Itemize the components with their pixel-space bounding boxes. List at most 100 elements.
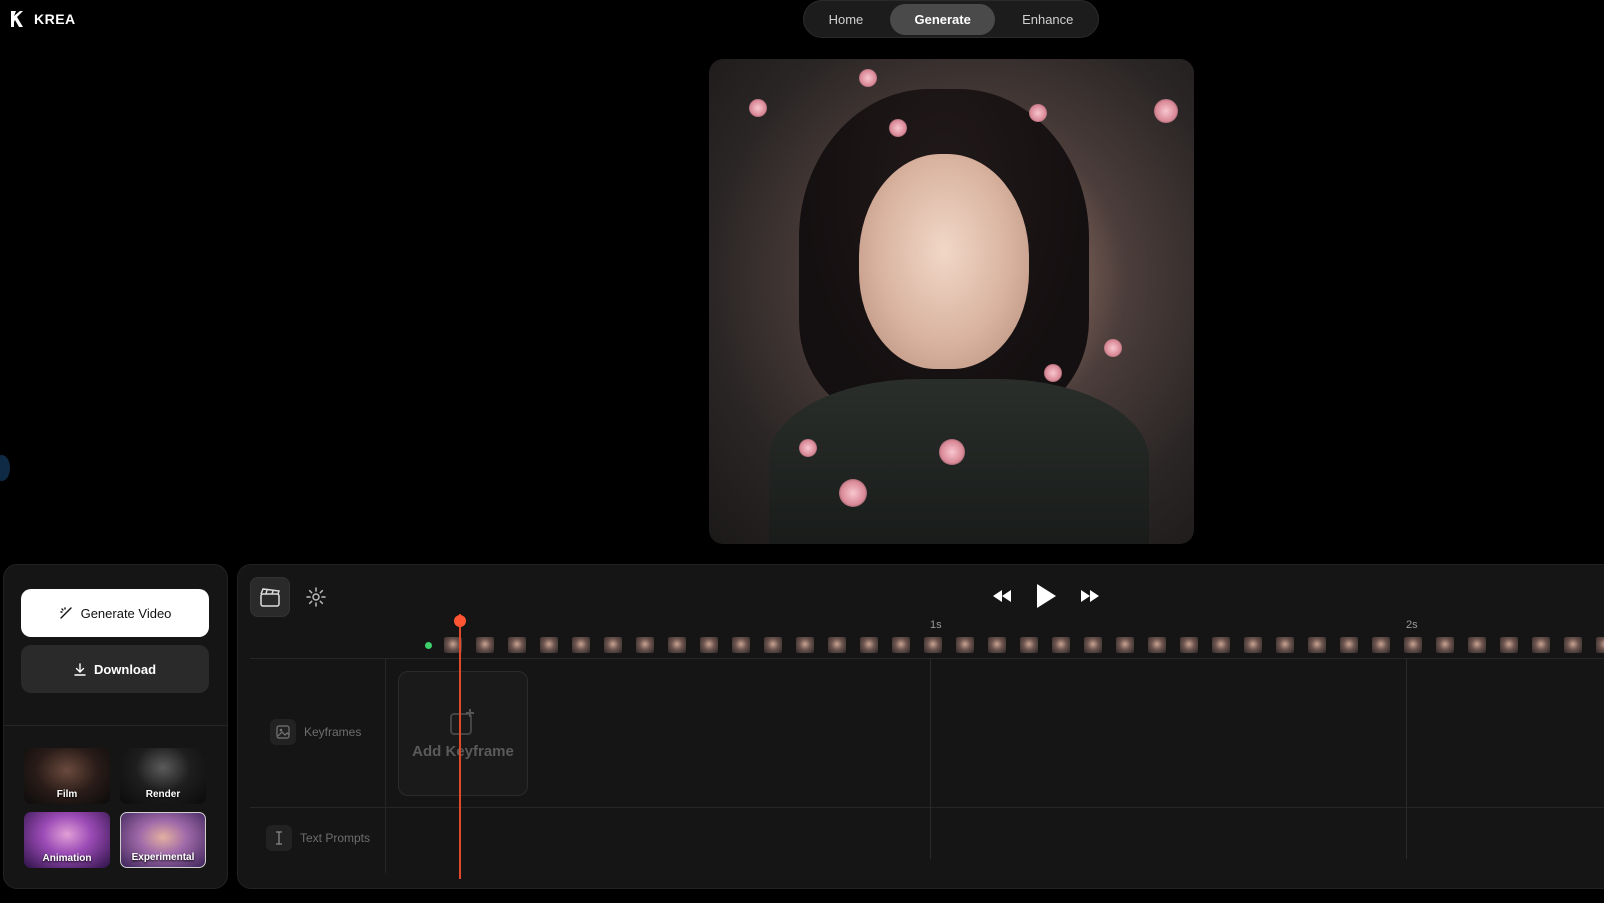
- text-cursor-icon: [266, 825, 292, 851]
- preview-face: [859, 154, 1029, 369]
- play-icon: [1037, 584, 1056, 608]
- frame-thumbnail: [1148, 637, 1166, 653]
- download-button[interactable]: Download: [21, 645, 209, 693]
- frame-thumbnail: [1308, 637, 1326, 653]
- text-prompts-track-label: Text Prompts: [266, 825, 370, 851]
- frame-thumbnail: [476, 637, 494, 653]
- fast-forward-button[interactable]: [1079, 588, 1101, 604]
- frame-thumbnail: [732, 637, 750, 653]
- keyframes-label: Keyframes: [304, 725, 362, 739]
- style-render[interactable]: Render: [120, 748, 206, 804]
- timeline-panel: 1s 2s Keyframes Text Prompts Add Keyfram…: [237, 564, 1604, 889]
- style-label: Render: [145, 789, 181, 800]
- style-label: Experimental: [131, 852, 195, 863]
- frame-thumbnail: [1372, 637, 1390, 653]
- style-animation[interactable]: Animation: [24, 812, 110, 868]
- frame-thumbnail: [828, 637, 846, 653]
- generate-panel: Generate Video Download Film Render Anim…: [3, 564, 228, 889]
- frame-thumbnail: [1244, 637, 1262, 653]
- tab-enhance[interactable]: Enhance: [1008, 4, 1087, 35]
- frame-thumbnail: [572, 637, 590, 653]
- generate-icon: [59, 607, 72, 619]
- start-marker: [425, 642, 432, 649]
- frame-thumbnail: [1404, 637, 1422, 653]
- keyframes-track-label: Keyframes: [270, 719, 361, 745]
- gridline-2s: [1406, 659, 1407, 859]
- play-button[interactable]: [1035, 583, 1057, 609]
- blossom: [1044, 364, 1062, 382]
- tab-home[interactable]: Home: [815, 4, 878, 35]
- top-nav: Home Generate Enhance: [803, 0, 1099, 38]
- frame-thumbnail: [1340, 637, 1358, 653]
- frame-strip: [444, 637, 1604, 653]
- ruler-tick-1s: 1s: [930, 619, 942, 631]
- frame-thumbnail: [892, 637, 910, 653]
- playhead-handle[interactable]: [454, 615, 466, 627]
- frame-thumbnail: [604, 637, 622, 653]
- generate-video-button[interactable]: Generate Video: [21, 589, 209, 637]
- ruler-tick-2s: 2s: [1406, 619, 1418, 631]
- blossom: [859, 69, 877, 87]
- panel-divider: [4, 725, 227, 726]
- rewind-icon: [993, 590, 1011, 602]
- frame-thumbnail: [1052, 637, 1070, 653]
- style-experimental[interactable]: Experimental: [120, 812, 206, 868]
- frame-thumbnail: [636, 637, 654, 653]
- add-image-icon: [450, 709, 474, 735]
- frame-thumbnail: [700, 637, 718, 653]
- add-keyframe-button[interactable]: Add Keyframe: [398, 671, 528, 796]
- frame-thumbnail: [1532, 637, 1550, 653]
- blossom: [1029, 104, 1047, 122]
- gear-icon: [306, 587, 326, 607]
- rewind-button[interactable]: [991, 588, 1013, 604]
- frame-thumbnail: [1084, 637, 1102, 653]
- track-area: Keyframes Text Prompts Add Keyframe: [250, 658, 1604, 873]
- frame-thumbnail: [956, 637, 974, 653]
- blossom: [799, 439, 817, 457]
- frame-thumbnail: [924, 637, 942, 653]
- video-preview: [709, 59, 1194, 544]
- blossom: [1104, 339, 1122, 357]
- frame-thumbnail: [1276, 637, 1294, 653]
- blossom: [1154, 99, 1178, 123]
- frame-thumbnail: [508, 637, 526, 653]
- clapper-button[interactable]: [250, 577, 290, 617]
- image-icon: [270, 719, 296, 745]
- clapper-icon: [260, 588, 281, 607]
- frame-thumbnail: [796, 637, 814, 653]
- gridline-1s: [930, 659, 931, 859]
- style-label: Animation: [42, 853, 92, 864]
- download-label: Download: [93, 661, 157, 677]
- app-name: KREA: [34, 11, 76, 27]
- frame-thumbnail: [1436, 637, 1454, 653]
- frame-thumbnail: [1212, 637, 1230, 653]
- frame-thumbnail: [1020, 637, 1038, 653]
- frame-thumbnail: [1116, 637, 1134, 653]
- track-labels: Keyframes Text Prompts: [250, 659, 386, 873]
- frame-thumbnail: [1596, 637, 1604, 653]
- frame-thumbnail: [1500, 637, 1518, 653]
- blossom: [839, 479, 867, 507]
- generate-video-label: Generate Video: [80, 605, 172, 621]
- download-icon: [74, 662, 86, 676]
- text-prompts-label: Text Prompts: [300, 831, 371, 845]
- add-keyframe-label: Add Keyframe: [412, 743, 514, 760]
- style-film[interactable]: Film: [24, 748, 110, 804]
- frame-thumbnail: [764, 637, 782, 653]
- settings-button[interactable]: [296, 577, 336, 617]
- app-logo[interactable]: KREA: [10, 10, 76, 28]
- blossom: [939, 439, 965, 465]
- frame-thumbnail: [540, 637, 558, 653]
- frame-thumbnail: [668, 637, 686, 653]
- frame-thumbnail: [1564, 637, 1582, 653]
- style-label: Film: [56, 789, 78, 800]
- blossom: [749, 99, 767, 117]
- frame-thumbnail: [860, 637, 878, 653]
- frame-thumbnail: [988, 637, 1006, 653]
- playback-controls: [991, 583, 1101, 609]
- tab-generate[interactable]: Generate: [890, 3, 995, 35]
- logo-icon: [11, 11, 23, 27]
- playhead[interactable]: [459, 614, 461, 879]
- edge-indicator: [0, 455, 10, 481]
- frame-thumbnail: [1468, 637, 1486, 653]
